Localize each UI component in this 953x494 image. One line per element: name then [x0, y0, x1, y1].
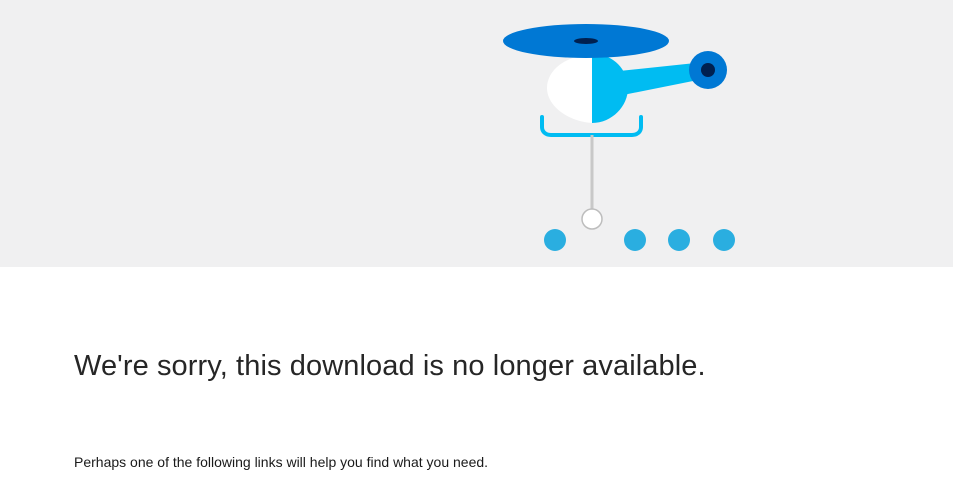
main-rotor-hub: [574, 38, 598, 44]
cabin-window: [547, 55, 592, 123]
page-title: We're sorry, this download is no longer …: [74, 350, 706, 382]
progress-dot: [624, 229, 646, 251]
helicopter-illustration: [503, 24, 735, 251]
progress-dot: [544, 229, 566, 251]
hero-banner: [0, 0, 953, 267]
cabin-back: [592, 55, 628, 123]
progress-dot: [713, 229, 735, 251]
hanging-ring: [581, 208, 603, 230]
progress-dot: [668, 229, 690, 251]
page-subtitle: Perhaps one of the following links will …: [74, 454, 489, 470]
helicopter-icon: [503, 24, 727, 230]
tail-rotor-hub: [701, 63, 715, 77]
